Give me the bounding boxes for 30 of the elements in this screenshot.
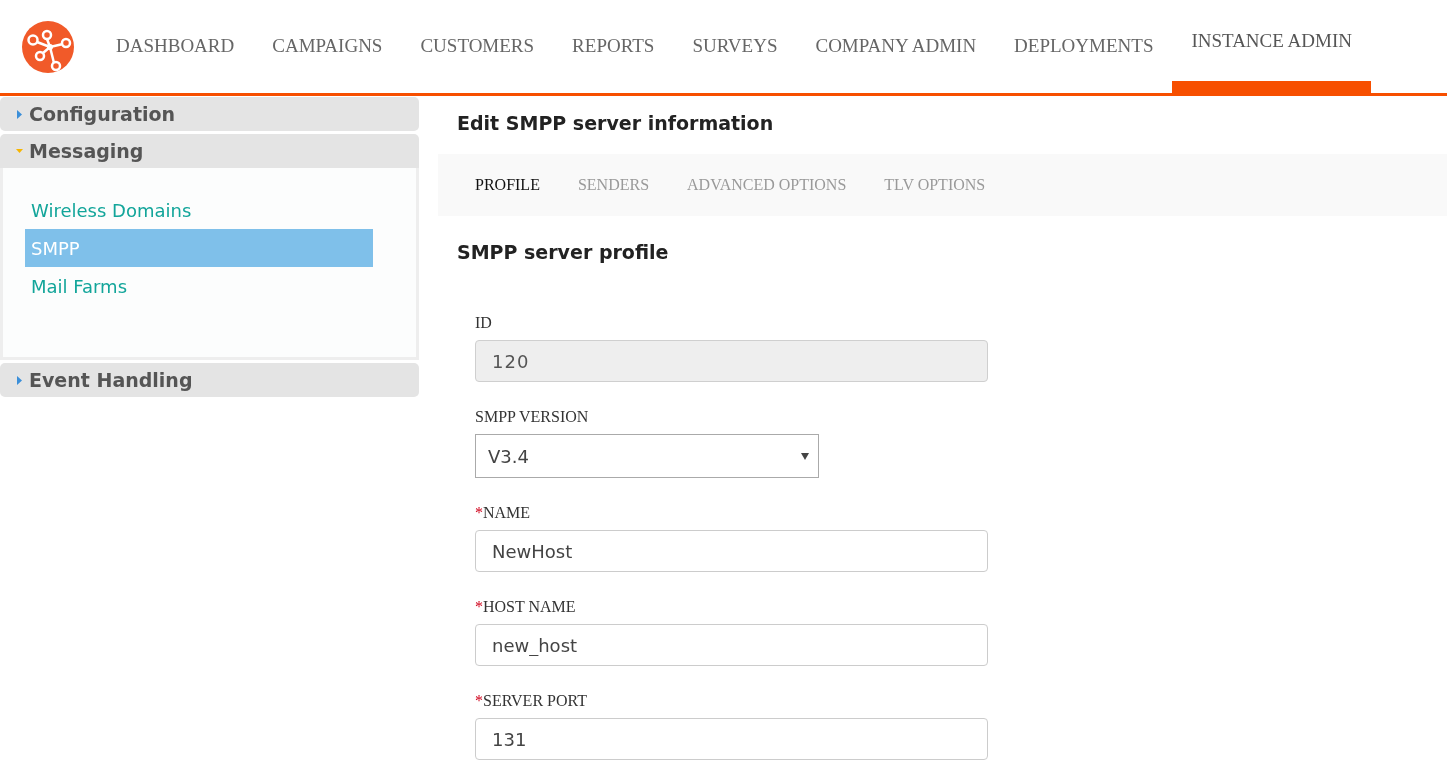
caret-right-icon xyxy=(16,375,23,385)
text-field[interactable]: NewHost xyxy=(475,530,988,572)
tab[interactable]: PROFILE xyxy=(475,173,540,197)
nav-link[interactable]: SURVEYS xyxy=(673,0,797,93)
caret-down-icon xyxy=(801,452,809,460)
field-label: *HOST NAME xyxy=(475,597,577,615)
nav-link[interactable]: CAMPAIGNS xyxy=(253,0,402,93)
version-dropdown[interactable]: V3.4 xyxy=(475,434,819,478)
text-field[interactable]: 131 xyxy=(475,718,988,760)
accordion-header[interactable]: Configuration xyxy=(0,97,419,131)
nav-link[interactable]: DEPLOYMENTS xyxy=(995,0,1173,93)
text-field[interactable]: new_host xyxy=(475,624,988,666)
field-label: *NAME xyxy=(475,503,532,521)
nav-link[interactable]: INSTANCE ADMIN xyxy=(1172,0,1371,93)
nav-link[interactable]: REPORTS xyxy=(553,0,674,93)
caret-down-icon xyxy=(16,146,23,156)
nav-link[interactable]: DASHBOARD xyxy=(97,0,254,93)
accordion-header[interactable]: Messaging xyxy=(0,134,419,168)
section-title: SMPP server profile xyxy=(456,240,670,265)
field-label: SMPP VERSION xyxy=(475,407,590,425)
caret-right-icon xyxy=(16,109,23,119)
sidebar-link[interactable]: Wireless Domains xyxy=(25,191,373,229)
nav-link[interactable]: COMPANY ADMIN xyxy=(796,0,996,93)
logo-icon[interactable] xyxy=(22,20,74,73)
nav-link[interactable]: CUSTOMERS xyxy=(401,0,554,93)
accordion-header[interactable]: Event Handling xyxy=(0,363,419,397)
sidebar-link[interactable]: Mail Farms xyxy=(25,267,373,305)
page-title: Edit SMPP server information xyxy=(456,111,775,136)
field-label: ID xyxy=(475,313,493,331)
field-label: *SERVER PORT xyxy=(475,691,588,709)
